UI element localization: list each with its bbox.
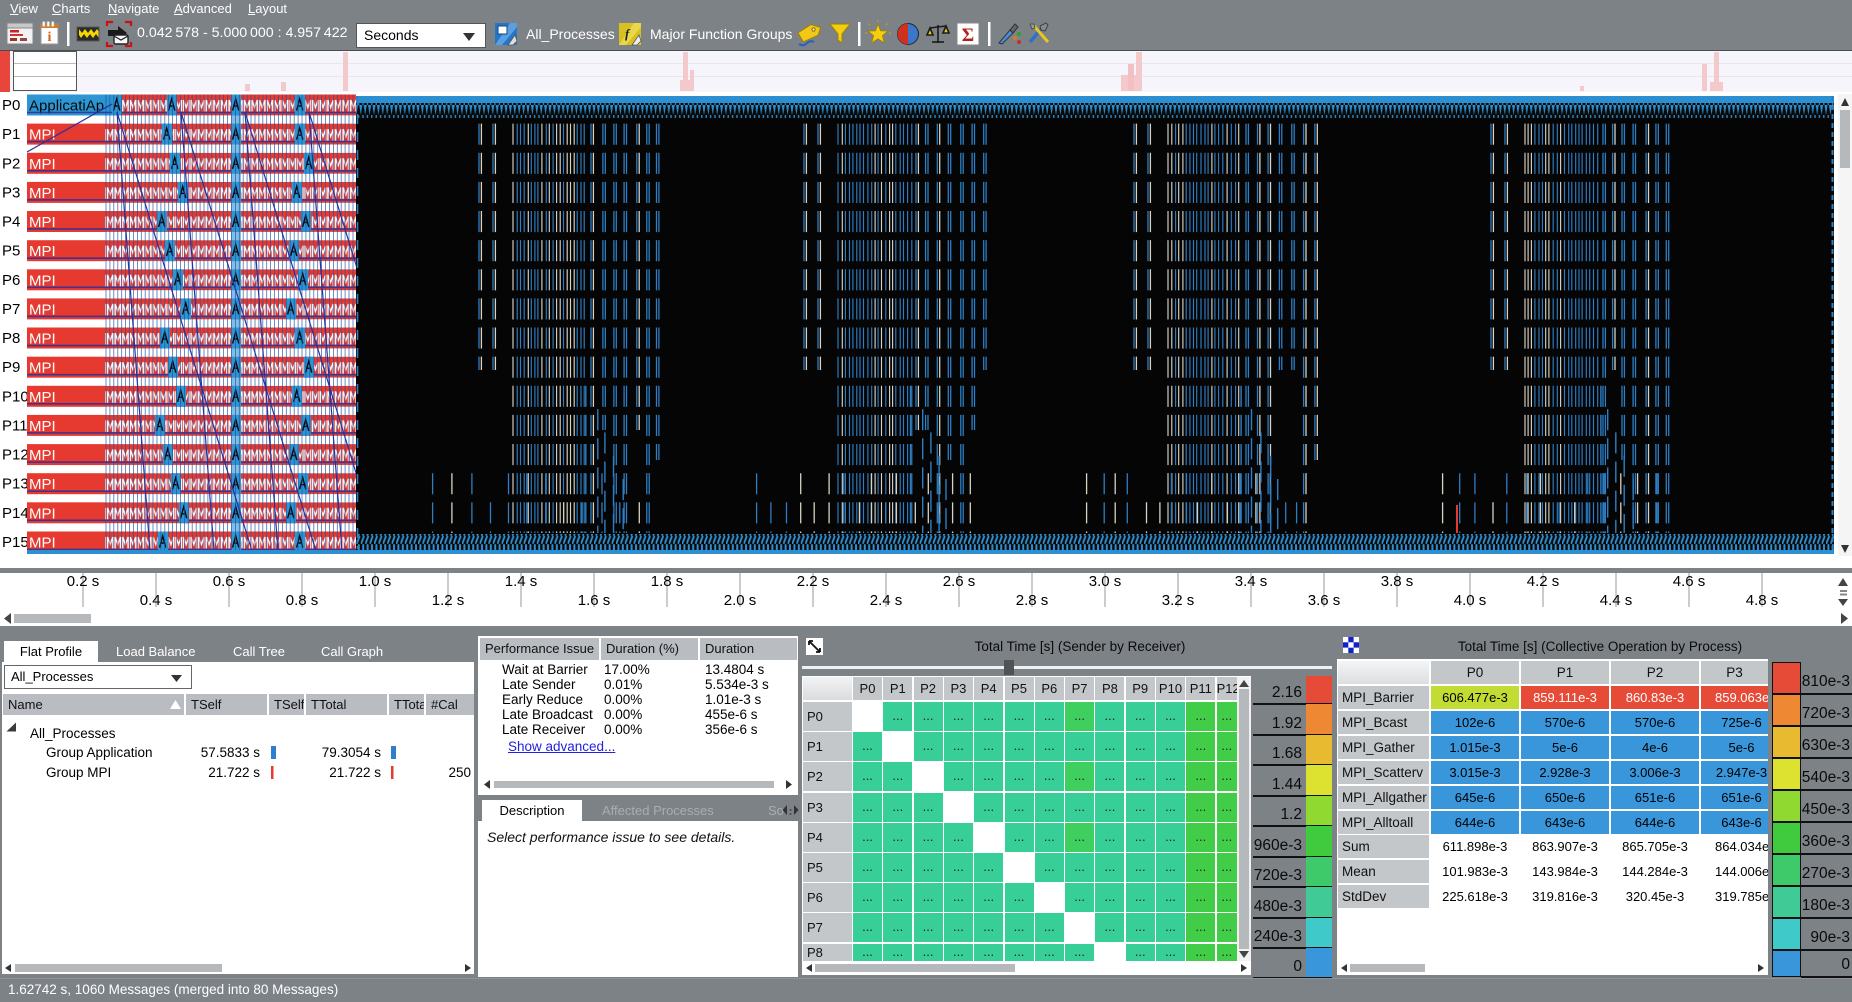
svg-text:Group Application: Group Application (46, 745, 153, 760)
svg-text:2.4 s: 2.4 s (870, 592, 903, 609)
svg-text:P3: P3 (2, 184, 20, 201)
svg-text:P4: P4 (2, 214, 20, 231)
svg-text:4.4 s: 4.4 s (1600, 592, 1633, 609)
svg-text:3.8 s: 3.8 s (1381, 573, 1414, 590)
svg-text:2.0 s: 2.0 s (724, 592, 757, 609)
svg-text:1.2 s: 1.2 s (432, 592, 465, 609)
svg-text:3.0 s: 3.0 s (1089, 573, 1122, 590)
svg-text:2.8 s: 2.8 s (1016, 592, 1049, 609)
svg-text:1.0 s: 1.0 s (359, 573, 392, 590)
svg-text:0.6 s: 0.6 s (213, 573, 246, 590)
svg-text:4.8 s: 4.8 s (1746, 592, 1779, 609)
svg-text:P13: P13 (2, 476, 29, 493)
svg-text:2.6 s: 2.6 s (943, 573, 976, 590)
svg-text:P9: P9 (2, 359, 20, 376)
svg-text:1.8 s: 1.8 s (651, 573, 684, 590)
svg-text:P1: P1 (2, 126, 20, 143)
svg-text:2.2 s: 2.2 s (797, 573, 830, 590)
svg-text:4.2 s: 4.2 s (1527, 573, 1560, 590)
svg-text:All_Processes: All_Processes (30, 726, 116, 741)
svg-text:1.6 s: 1.6 s (578, 592, 611, 609)
svg-text:79.3054 s: 79.3054 s (322, 745, 382, 760)
svg-text:4.0 s: 4.0 s (1454, 592, 1487, 609)
svg-text:P0: P0 (2, 97, 20, 114)
svg-text:0.8 s: 0.8 s (286, 592, 319, 609)
svg-text:P6: P6 (2, 272, 20, 289)
svg-text:P12: P12 (2, 447, 29, 464)
svg-text:250: 250 (448, 765, 471, 780)
svg-text:P5: P5 (2, 243, 20, 260)
svg-text:3.2 s: 3.2 s (1162, 592, 1195, 609)
svg-text:P10: P10 (2, 388, 29, 405)
svg-text:21.722 s: 21.722 s (208, 765, 260, 780)
svg-text:P11: P11 (2, 417, 28, 434)
svg-text:P14: P14 (2, 505, 29, 522)
svg-text:P2: P2 (2, 155, 20, 172)
svg-text:0.2 s: 0.2 s (67, 573, 100, 590)
svg-text:3.4 s: 3.4 s (1235, 573, 1268, 590)
svg-text:Group MPI: Group MPI (46, 765, 111, 780)
svg-text:P7: P7 (2, 301, 20, 318)
svg-text:3.6 s: 3.6 s (1308, 592, 1341, 609)
svg-text:0.4 s: 0.4 s (140, 592, 173, 609)
svg-text:57.5833 s: 57.5833 s (201, 745, 261, 760)
svg-text:4.6 s: 4.6 s (1673, 573, 1706, 590)
svg-text:21.722 s: 21.722 s (329, 765, 381, 780)
svg-text:P15: P15 (2, 534, 29, 551)
svg-text:1.4 s: 1.4 s (505, 573, 538, 590)
svg-text:P8: P8 (2, 330, 20, 347)
